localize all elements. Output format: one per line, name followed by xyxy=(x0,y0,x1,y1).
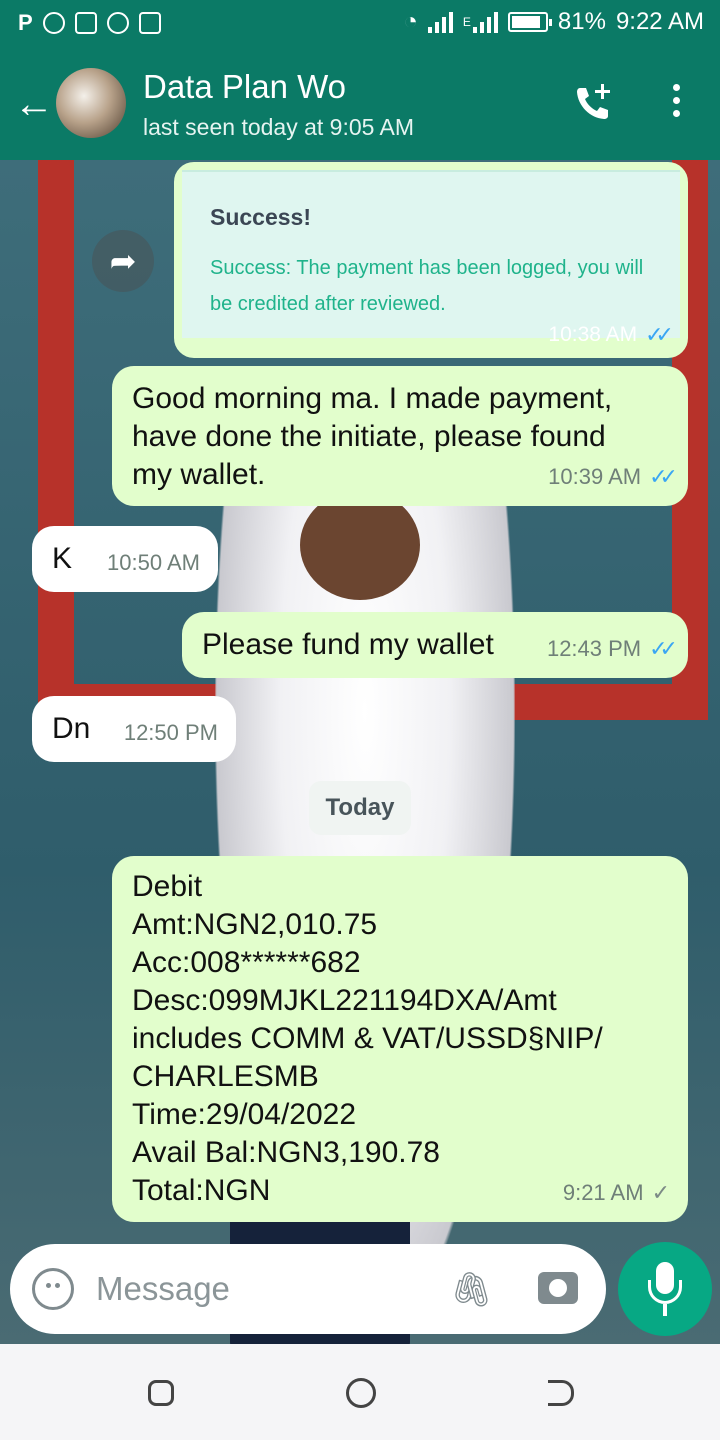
message-time: 12:43 PM ✓✓ xyxy=(546,630,678,668)
clock: 9:22 AM xyxy=(615,8,704,35)
time-label: 9:21 AM xyxy=(562,1180,644,1205)
alert-line: Acc:008******682 xyxy=(132,946,361,979)
contact-name[interactable]: Data Plan Wo xyxy=(143,68,346,106)
recent-apps-icon[interactable] xyxy=(148,1380,174,1406)
last-seen: last seen today at 9:05 AM xyxy=(143,114,415,140)
read-tick-icon: ✓✓ xyxy=(645,322,674,347)
status-bar: P ◔ E 81% 9:22 AM xyxy=(0,0,720,48)
alert-line: Avail Bal:NGN3,190.78 xyxy=(132,1136,440,1169)
alert-line: Time:29/04/2022 xyxy=(132,1098,357,1131)
time-label: 10:39 AM xyxy=(548,464,642,489)
p-app-icon: P xyxy=(18,10,33,35)
system-nav-bar xyxy=(0,1344,720,1440)
mic-icon-stand xyxy=(648,1280,682,1304)
message-bubble-outgoing[interactable]: Debit Amt:NGN2,010.75 Acc:008******682 D… xyxy=(112,856,688,1222)
message-time: 10:38 AM ✓✓ xyxy=(548,322,674,348)
message-time: 9:21 AM ✓ xyxy=(563,1174,670,1212)
alert-line: Debit xyxy=(132,870,203,903)
read-tick-icon: ✓✓ xyxy=(649,636,678,661)
more-options-icon[interactable] xyxy=(664,84,688,124)
chrome-icon xyxy=(42,12,65,34)
message-bubble-outgoing[interactable]: Please fund my wallet 12:43 PM ✓✓ xyxy=(182,612,688,678)
battery-icon xyxy=(507,12,552,32)
pulse-icon xyxy=(138,12,161,34)
message-input[interactable]: Message xyxy=(96,1270,230,1308)
signal-icon xyxy=(427,11,453,33)
message-time: 10:39 AM ✓✓ xyxy=(548,458,678,496)
date-separator: Today xyxy=(309,781,411,835)
time-label: 10:38 AM xyxy=(548,323,638,346)
message-card-outgoing[interactable]: Success! Success: The payment has been l… xyxy=(174,162,688,358)
alert-line: Desc:099MJKL221194DXA/Amt xyxy=(132,984,557,1017)
attach-icon[interactable]: 🖇 xyxy=(450,1270,493,1310)
mic-icon-stem xyxy=(663,1304,667,1316)
message-time: 12:50 PM xyxy=(124,714,218,752)
system-status: ◔ E 81% 9:22 AM xyxy=(403,8,704,36)
time-label: 10:50 AM xyxy=(107,550,200,575)
chat-header: ← Data Plan Wo last seen today at 9:05 A… xyxy=(0,56,720,156)
app-top-bar: P ◔ E 81% 9:22 AM ← Data Plan Wo last se… xyxy=(0,0,720,160)
signal-icon-2 xyxy=(472,11,498,33)
emoji-icon[interactable] xyxy=(32,1268,74,1310)
voice-record-button[interactable] xyxy=(618,1242,712,1336)
alert-line: CHARLESMB xyxy=(132,1060,319,1093)
contact-avatar[interactable] xyxy=(56,68,126,138)
alert-line: includes COMM & VAT/USSD§NIP/ xyxy=(132,1022,603,1055)
data-saver-icon: ◔ xyxy=(403,8,418,35)
network-type: E xyxy=(462,15,471,29)
time-label: 12:43 PM xyxy=(546,636,642,661)
card-text: Success: The payment has been logged, yo… xyxy=(210,257,644,315)
read-tick-icon: ✓✓ xyxy=(649,464,678,489)
message-bubble-incoming[interactable]: K 10:50 AM xyxy=(32,526,218,592)
forward-icon[interactable]: ➦ xyxy=(92,230,154,292)
message-bubble-outgoing[interactable]: Good morning ma. I made payment, have do… xyxy=(112,366,688,506)
system-back-icon[interactable] xyxy=(548,1380,574,1406)
add-call-icon[interactable] xyxy=(572,82,614,124)
message-bubble-incoming[interactable]: Dn 12:50 PM xyxy=(32,696,236,762)
message-time: 10:50 AM xyxy=(107,544,200,582)
success-screenshot: Success! Success: The payment has been l… xyxy=(182,170,680,338)
wallpaper-face xyxy=(300,490,420,600)
message-composer: Message 🖇 xyxy=(10,1244,606,1334)
notification-icons: P xyxy=(18,10,161,36)
sent-tick-icon: ✓ xyxy=(651,1180,670,1205)
whatsapp-icon xyxy=(106,12,129,34)
alert-line: Amt:NGN2,010.75 xyxy=(132,908,378,941)
battery-percent: 81% xyxy=(557,8,606,35)
time-label: 12:50 PM xyxy=(123,720,218,745)
home-icon[interactable] xyxy=(346,1378,376,1408)
camera-icon[interactable] xyxy=(538,1272,578,1304)
back-arrow-icon[interactable]: ← xyxy=(14,84,54,124)
gallery-icon xyxy=(74,12,97,34)
card-title: Success! xyxy=(210,204,312,230)
